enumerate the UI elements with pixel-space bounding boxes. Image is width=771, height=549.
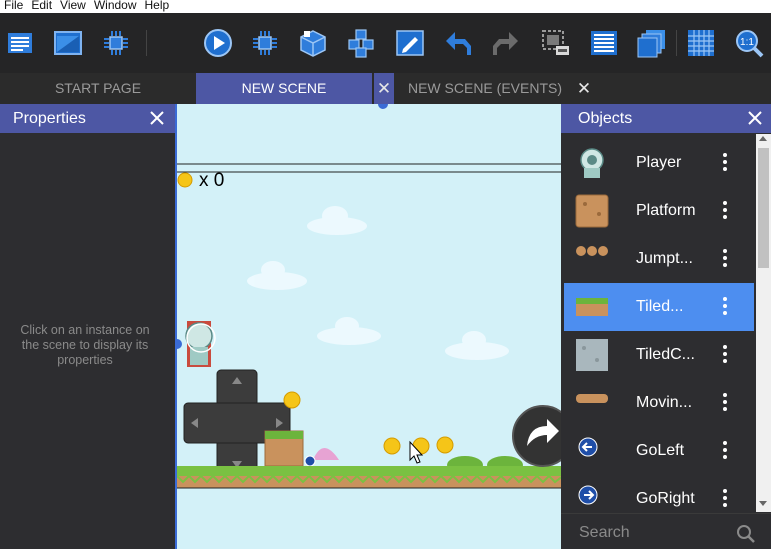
search-input[interactable] [579, 522, 729, 544]
tiled-castle-icon [576, 339, 608, 371]
tab-bar: START PAGE NEW SCENE ✕ NEW SCENE (EVENTS… [0, 73, 771, 104]
object-item-movin[interactable]: Movin... [564, 379, 754, 427]
scroll-down-icon[interactable] [759, 501, 767, 506]
object-item-label: Tiled... [636, 298, 684, 315]
tab-events-close-icon[interactable]: ✕ [574, 73, 594, 104]
properties-empty-message: Click on an instance on the scene to dis… [20, 323, 150, 367]
menu-edit[interactable]: Edit [27, 0, 56, 13]
toolbar: 1:1 [0, 13, 771, 73]
tab-new-scene[interactable]: NEW SCENE [196, 73, 372, 104]
menu-help[interactable]: Help [141, 0, 174, 13]
menu-window[interactable]: Window [90, 0, 141, 13]
moving-platform-icon [576, 394, 608, 403]
scene-canvas[interactable]: x 0 [175, 104, 561, 549]
scene-icon[interactable] [53, 28, 83, 58]
objects-header: Objects [561, 104, 771, 133]
svg-text:1:1: 1:1 [740, 37, 754, 48]
project-manager-icon[interactable] [5, 28, 35, 58]
more-options-icon[interactable] [721, 247, 729, 271]
object-item-goleft[interactable]: GoLeft [564, 427, 754, 475]
menu-bar: File Edit View Window Help [0, 0, 771, 13]
object-item-jumpt[interactable]: Jumpt... [564, 235, 754, 283]
object-item-label: Platform [636, 202, 696, 219]
scrollbar-thumb[interactable] [758, 148, 769, 268]
layers-icon[interactable] [541, 28, 571, 58]
object-item-label: GoLeft [636, 442, 685, 459]
close-icon[interactable] [148, 109, 166, 127]
properties-title: Properties [13, 110, 86, 127]
toolbar-separator [146, 30, 147, 56]
preview-icon[interactable] [203, 28, 233, 58]
object-item-label: Player [636, 154, 682, 171]
more-options-icon[interactable] [721, 487, 729, 511]
more-options-icon[interactable] [721, 391, 729, 415]
objects-scrollbar[interactable] [756, 134, 771, 512]
player-sprite [185, 321, 216, 367]
more-options-icon[interactable] [721, 295, 729, 319]
more-options-icon[interactable] [721, 343, 729, 367]
go-left-icon [578, 437, 598, 457]
object-item-label: Jumpt... [636, 250, 693, 267]
zoom-icon[interactable]: 1:1 [734, 28, 764, 58]
scroll-up-icon[interactable] [759, 136, 767, 141]
search-icon[interactable] [736, 524, 756, 544]
object-item-label: Movin... [636, 394, 693, 411]
object-editor-icon[interactable] [101, 28, 131, 58]
object-item-platform[interactable]: Platform [564, 187, 754, 235]
object-item-tiled[interactable]: Tiled... [564, 283, 754, 331]
redo-icon[interactable] [491, 28, 521, 58]
go-right-icon [578, 485, 598, 505]
object-item-tiledc[interactable]: TiledC... [564, 331, 754, 379]
objects-title: Objects [578, 110, 633, 127]
menu-file[interactable]: File [0, 0, 27, 13]
toolbar-separator [676, 30, 677, 56]
network-preview-icon[interactable] [250, 28, 280, 58]
tab-new-scene-events[interactable]: NEW SCENE (EVENTS) [396, 73, 574, 104]
tiled-grass-icon [576, 298, 608, 316]
instances-icon[interactable] [637, 28, 667, 58]
tab-start-page[interactable]: START PAGE [0, 73, 196, 104]
objects-panel: Objects Player Platform Jumpt... Tiled... Ti… [561, 104, 771, 549]
properties-panel: Properties Click on an instance on the s… [0, 104, 175, 549]
undo-icon[interactable] [443, 28, 473, 58]
player-icon [580, 148, 604, 178]
more-options-icon[interactable] [721, 151, 729, 175]
jumpthru-icon [576, 246, 608, 256]
list-icon[interactable] [589, 28, 619, 58]
platform-icon [575, 194, 609, 228]
objects-group-icon[interactable] [346, 28, 376, 58]
jump-button [512, 405, 561, 467]
more-options-icon[interactable] [721, 199, 729, 223]
objects-search [561, 513, 771, 549]
more-options-icon[interactable] [721, 439, 729, 463]
close-icon[interactable] [746, 109, 764, 127]
menu-view[interactable]: View [56, 0, 90, 13]
coin-counter-text: x 0 [199, 170, 225, 191]
grid-icon[interactable] [686, 28, 716, 58]
object-icon[interactable] [298, 28, 328, 58]
object-item-player[interactable]: Player [564, 139, 754, 187]
edit-icon[interactable] [395, 28, 425, 58]
object-item-label: TiledC... [636, 346, 695, 363]
scene-artwork [177, 104, 561, 489]
tab-new-scene-close-icon[interactable]: ✕ [374, 73, 394, 104]
